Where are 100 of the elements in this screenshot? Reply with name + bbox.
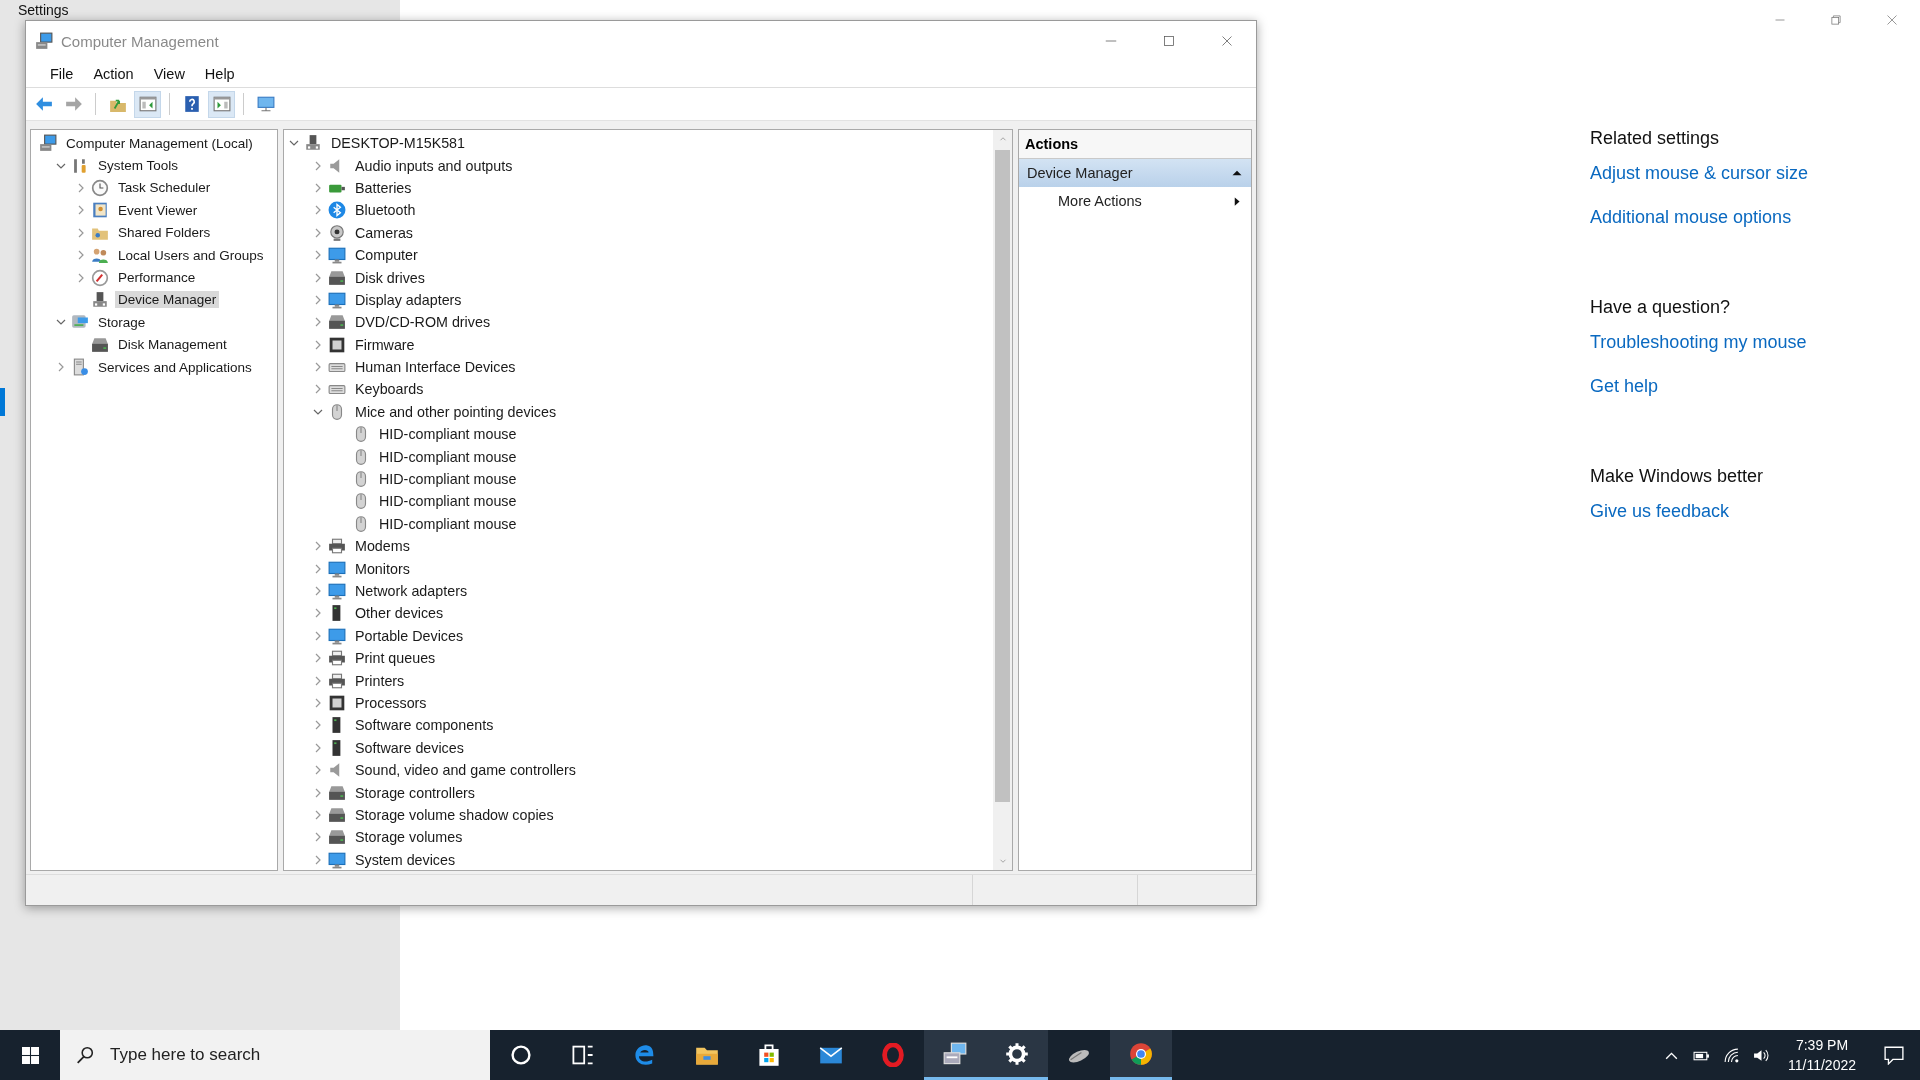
search-input[interactable]: Type here to search [108, 1039, 472, 1071]
tree-item[interactable]: Device Manager [115, 291, 220, 309]
tree-item[interactable]: Firmware [352, 335, 418, 354]
tree-item[interactable]: Human Interface Devices [352, 358, 519, 377]
link[interactable]: Additional mouse options [1590, 207, 1792, 228]
tree-item[interactable]: Display adapters [352, 290, 465, 309]
link[interactable]: Adjust mouse & cursor size [1590, 163, 1809, 184]
circle-icon [509, 1043, 533, 1067]
tree-item[interactable]: Disk drives [352, 268, 428, 287]
printer-icon [328, 537, 346, 556]
tree-item[interactable]: DESKTOP-M15K581 [328, 134, 469, 153]
tree-item[interactable]: Task Scheduler [115, 179, 214, 197]
tree-item[interactable]: HID-compliant mouse [376, 470, 520, 489]
clock-icon [91, 178, 109, 197]
section-heading: Have a question? [1590, 297, 1731, 318]
close-icon[interactable] [1886, 14, 1898, 26]
tree-item[interactable]: Modems [352, 537, 413, 556]
taskbar-button[interactable] [986, 1030, 1048, 1080]
tree-item[interactable]: System devices [352, 850, 459, 869]
tree-item[interactable]: Storage [95, 313, 149, 331]
tree-item[interactable]: Event Viewer [115, 201, 201, 219]
menu-item[interactable]: Help [194, 66, 245, 82]
clock-date[interactable]: 11/11/2022 [1788, 1055, 1856, 1075]
notification-icon[interactable] [1884, 1045, 1904, 1065]
wifi-icon[interactable] [1722, 1046, 1740, 1064]
tree-item[interactable]: HID-compliant mouse [376, 492, 520, 511]
tree-item[interactable]: Batteries [352, 178, 415, 197]
pane-layout-icon [138, 95, 157, 113]
tree-item[interactable]: HID-compliant mouse [376, 447, 520, 466]
menu-item[interactable]: File [40, 66, 84, 82]
chip-icon [328, 693, 346, 712]
tree-item[interactable]: Print queues [352, 649, 439, 668]
link[interactable]: Give us feedback [1590, 501, 1730, 522]
tree-item[interactable]: Other devices [352, 604, 447, 623]
group-title: Device Manager [1027, 165, 1133, 181]
tree-item[interactable]: Printers [352, 671, 408, 690]
link[interactable]: Get help [1590, 376, 1659, 397]
users-icon [91, 246, 109, 265]
tree-item[interactable]: Monitors [352, 559, 413, 578]
monitor-icon [256, 95, 275, 113]
pane-heading: Actions [1019, 130, 1251, 159]
help-icon [182, 95, 201, 113]
tree-item[interactable]: Portable Devices [352, 626, 467, 645]
computer-icon [943, 1041, 967, 1066]
close-icon[interactable] [1221, 35, 1233, 47]
back-arrow-icon [34, 95, 53, 113]
webcam-icon [328, 223, 346, 242]
scrollbar[interactable] [993, 130, 1012, 870]
taskbar-button[interactable] [924, 1030, 986, 1080]
maximize-icon[interactable] [1163, 35, 1175, 47]
tree-item[interactable]: Processors [352, 693, 430, 712]
tree-item[interactable]: Local Users and Groups [115, 246, 267, 264]
tree-item[interactable]: Sound, video and game controllers [352, 761, 579, 780]
tree-item[interactable]: Storage controllers [352, 783, 478, 802]
computer-icon [35, 32, 53, 50]
bluetooth-icon [328, 201, 346, 220]
restore-icon[interactable] [1830, 14, 1842, 26]
taskbar-button[interactable] [1110, 1030, 1172, 1080]
round-logo-icon [1129, 1041, 1153, 1066]
tree-item[interactable]: Storage volumes [352, 828, 466, 847]
tree-item[interactable]: Cameras [352, 223, 416, 242]
tree-item[interactable]: Disk Management [115, 336, 230, 354]
server-icon [71, 358, 89, 377]
tree-item[interactable]: Software devices [352, 738, 467, 757]
tree-item[interactable]: Mice and other pointing devices [352, 402, 560, 421]
tree-item[interactable]: Bluetooth [352, 201, 419, 220]
monitor-icon [328, 582, 346, 600]
tree-item[interactable]: Computer Management (Local) [63, 134, 256, 152]
tree-item[interactable]: Network adapters [352, 582, 471, 600]
window-title: Computer Management [61, 32, 220, 50]
tree-item[interactable]: System Tools [95, 157, 182, 175]
link[interactable]: Troubleshooting my mouse [1590, 332, 1807, 353]
tools-icon [71, 156, 89, 175]
tree-item[interactable]: Performance [115, 269, 199, 287]
tree-item[interactable]: Shared Folders [115, 224, 214, 242]
monitor-icon [328, 626, 346, 645]
tree-item[interactable]: Software components [352, 716, 497, 735]
clock-time[interactable]: 7:39 PM [1795, 1035, 1849, 1055]
tree-item[interactable]: Services and Applications [95, 358, 255, 376]
tree-item[interactable]: HID-compliant mouse [376, 514, 520, 533]
tree-item[interactable]: Audio inputs and outputs [352, 156, 516, 175]
gear-icon [1005, 1041, 1029, 1066]
computer-icon [39, 134, 57, 153]
chip-icon [328, 335, 346, 354]
search-field[interactable]: Type here to search [60, 1030, 490, 1080]
show-action-pane-button[interactable] [208, 90, 235, 118]
drive-icon [328, 268, 346, 287]
menu-item[interactable]: View [143, 66, 195, 82]
action-link[interactable]: More Actions [1058, 193, 1142, 209]
tree-item[interactable]: Computer [352, 246, 421, 265]
tree-item[interactable]: Storage volume shadow copies [352, 805, 557, 824]
tree-item[interactable]: Keyboards [352, 380, 427, 399]
tree-item[interactable]: DVD/CD-ROM drives [352, 313, 494, 332]
scroll-thumb[interactable] [995, 150, 1010, 802]
action-group-header[interactable]: Device Manager [1019, 159, 1251, 187]
menu-item[interactable]: Action [83, 66, 144, 82]
tree-item[interactable]: HID-compliant mouse [376, 425, 520, 444]
submenu-triangle-icon[interactable] [1232, 195, 1243, 207]
drive-icon [91, 335, 109, 354]
show-tree-button[interactable] [134, 90, 161, 118]
